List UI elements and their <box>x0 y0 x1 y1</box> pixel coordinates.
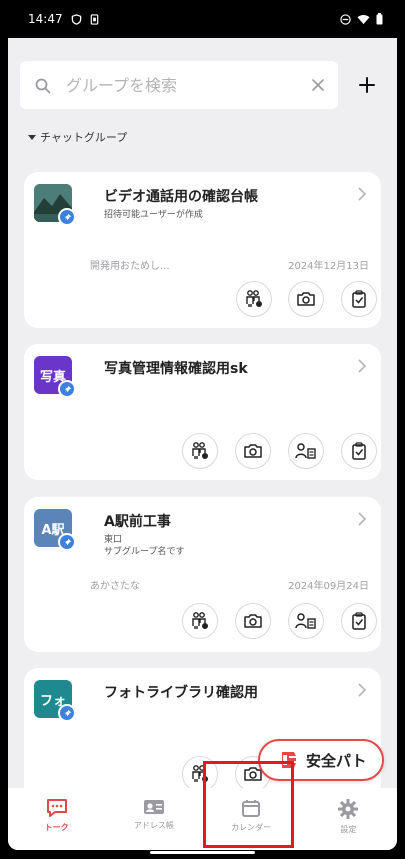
status-time: 14:47 <box>28 12 63 26</box>
checklist-button[interactable] <box>341 281 377 317</box>
pin-badge <box>58 380 76 398</box>
address-book-icon <box>143 800 164 814</box>
section-toggle-chat-groups[interactable]: チャットグループ <box>28 129 127 145</box>
camera-icon <box>244 444 262 458</box>
video-call-button[interactable] <box>182 433 218 469</box>
search-input[interactable] <box>66 73 296 97</box>
last-message: あかさたな <box>90 581 140 592</box>
safety-patrol-button[interactable]: 安全パト <box>258 739 384 781</box>
camera-icon <box>297 292 315 306</box>
pin-badge <box>58 533 76 551</box>
video-call-button[interactable] <box>182 756 218 792</box>
video-call-button[interactable] <box>182 603 218 639</box>
pin-icon <box>63 213 71 221</box>
group-title: フォトライブラリ確認用 <box>104 685 258 701</box>
clear-icon[interactable] <box>310 77 326 93</box>
nav-label: 設定 <box>340 825 357 834</box>
add-group-button[interactable] <box>353 71 381 99</box>
search-icon <box>35 78 51 94</box>
nav-label: アドレス帳 <box>133 821 174 830</box>
group-card[interactable]: 写真 写真管理情報確認用sk <box>24 344 381 480</box>
group-title: A駅前工事 <box>104 514 171 530</box>
app-screen: チャットグループ ビデオ通話用の確認台帳 招待可能ユーザーが作成 開発用おためし… <box>8 38 397 850</box>
search-row <box>20 61 385 109</box>
chevron-right-icon[interactable] <box>357 358 367 374</box>
checklist-button[interactable] <box>341 603 377 639</box>
group-card[interactable]: A駅 A駅前工事 東口 サブグループ名です あかさたな 2024年09月24日 <box>24 497 381 652</box>
checklist-button[interactable] <box>341 433 377 469</box>
pin-icon <box>63 385 71 393</box>
person-list-icon <box>295 443 316 459</box>
group-card[interactable]: ビデオ通話用の確認台帳 招待可能ユーザーが作成 開発用おためし... 2024年… <box>24 172 381 328</box>
camera-button[interactable] <box>235 433 271 469</box>
camera-icon <box>244 614 262 628</box>
pin-icon <box>63 709 71 717</box>
subgroup-name: サブグループ名です <box>104 547 185 557</box>
workers-icon <box>246 290 262 307</box>
battery-icon <box>376 13 383 25</box>
safety-patrol-icon <box>282 752 296 768</box>
nav-calendar[interactable]: カレンダー <box>203 788 300 850</box>
chat-icon <box>46 799 67 817</box>
group-title: ビデオ通話用の確認台帳 <box>104 189 258 205</box>
plus-icon <box>359 77 375 93</box>
nav-settings[interactable]: 設定 <box>300 788 397 850</box>
workers-icon <box>192 765 208 782</box>
bottom-nav: トーク アドレス帳 カレンダー 設定 <box>8 788 397 850</box>
gear-icon <box>338 799 359 819</box>
last-message: 開発用おためし... <box>90 261 170 272</box>
last-message-date: 2024年12月13日 <box>288 261 369 272</box>
nav-label: トーク <box>44 823 69 832</box>
search-box[interactable] <box>20 61 338 109</box>
group-subtitle: 招待可能ユーザーが作成 <box>104 210 203 220</box>
group-title: 写真管理情報確認用sk <box>104 361 248 377</box>
chevron-right-icon[interactable] <box>357 682 367 698</box>
camera-button[interactable] <box>235 603 271 639</box>
shield-icon <box>71 13 81 25</box>
pin-badge <box>58 704 76 722</box>
status-bar: 14:47 <box>0 0 405 38</box>
checklist-icon <box>352 290 366 308</box>
chevron-right-icon[interactable] <box>357 511 367 527</box>
pin-icon <box>63 538 71 546</box>
calendar-icon <box>242 800 261 817</box>
camera-button[interactable] <box>288 281 324 317</box>
member-list-button[interactable] <box>288 433 324 469</box>
safety-patrol-label: 安全パト <box>306 751 367 770</box>
pin-badge <box>58 208 76 226</box>
last-message-date: 2024年09月24日 <box>288 581 369 592</box>
chevron-right-icon[interactable] <box>357 186 367 202</box>
section-label: チャットグループ <box>40 131 128 144</box>
person-list-icon <box>295 613 316 629</box>
triangle-down-icon <box>28 134 36 140</box>
do-not-disturb-icon <box>340 13 351 25</box>
nav-label: カレンダー <box>231 823 272 832</box>
home-indicator <box>150 851 255 854</box>
nav-talk[interactable]: トーク <box>8 788 105 850</box>
member-list-button[interactable] <box>288 603 324 639</box>
group-card[interactable]: フォ フォトライブラリ確認用 <box>24 668 381 808</box>
wifi-icon <box>357 14 370 24</box>
workers-icon <box>192 612 208 629</box>
workers-icon <box>192 442 208 459</box>
video-call-button[interactable] <box>236 281 272 317</box>
sim-icon <box>90 13 98 25</box>
nav-address-book[interactable]: アドレス帳 <box>105 788 202 850</box>
checklist-icon <box>352 442 366 460</box>
checklist-icon <box>352 612 366 630</box>
